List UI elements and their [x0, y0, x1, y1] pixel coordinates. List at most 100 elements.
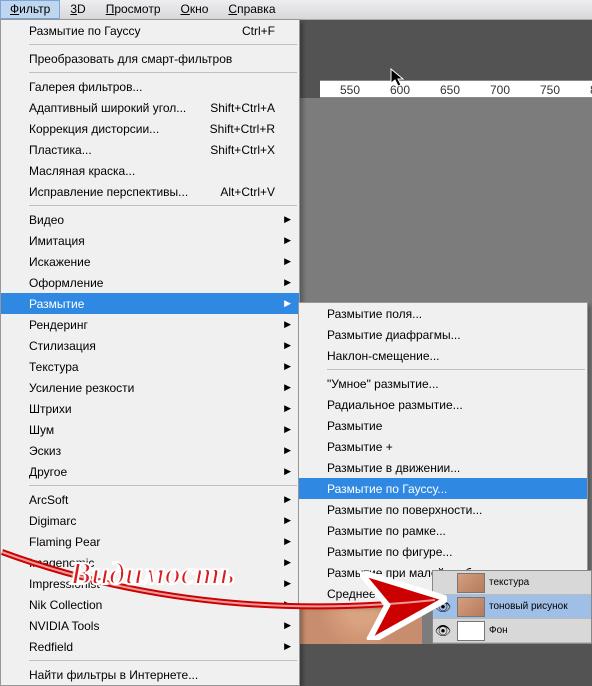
submenu-arrow-icon: ▶: [284, 298, 291, 309]
blur-menu-item-6[interactable]: Размытие: [299, 415, 587, 436]
menu-item-label: Размытие по фигуре...: [327, 545, 452, 559]
blur-menu-item-12[interactable]: Размытие по фигуре...: [299, 541, 587, 562]
menu-item-label: Текстура: [29, 360, 79, 374]
submenu-arrow-icon: ▶: [284, 445, 291, 456]
submenu-arrow-icon: ▶: [284, 620, 291, 631]
filter-menu-item-12[interactable]: Имитация ▶: [1, 230, 299, 251]
submenu-arrow-icon: ▶: [284, 536, 291, 547]
filter-menu-item-31[interactable]: NVIDIA Tools ▶: [1, 615, 299, 636]
menu-item-label: NVIDIA Tools: [29, 619, 99, 633]
menu-item-label: Коррекция дисторсии...: [29, 122, 159, 136]
layer-row[interactable]: текстура: [433, 571, 591, 595]
menu-item-label: Размытие: [327, 419, 382, 433]
menubar-item-3d[interactable]: 3D: [60, 0, 95, 19]
filter-menu-item-7[interactable]: Пластика...Shift+Ctrl+X: [1, 139, 299, 160]
menu-item-label: Стилизация: [29, 339, 96, 353]
filter-menu-item-5[interactable]: Адаптивный широкий угол... Shift+Ctrl+A: [1, 97, 299, 118]
menu-item-label: Искажение: [29, 255, 91, 269]
filter-menu-item-32[interactable]: Redfield▶: [1, 636, 299, 657]
menubar: Фильтр3DПросмотрОкноСправка: [0, 0, 592, 20]
filter-menu-item-15[interactable]: Размытие▶: [1, 293, 299, 314]
layer-thumbnail: [457, 597, 485, 617]
filter-menu-item-13[interactable]: Искажение ▶: [1, 251, 299, 272]
layer-row[interactable]: 👁Фон: [433, 619, 591, 643]
filter-menu-item-14[interactable]: Оформление ▶: [1, 272, 299, 293]
menu-item-label: Адаптивный широкий угол...: [29, 101, 186, 115]
filter-menu-item-20[interactable]: Штрихи ▶: [1, 398, 299, 419]
layer-thumbnail: [457, 573, 485, 593]
blur-menu-separator: [327, 369, 585, 370]
filter-menu-item-19[interactable]: Усиление резкости ▶: [1, 377, 299, 398]
submenu-arrow-icon: ▶: [284, 557, 291, 568]
blur-menu-item-4[interactable]: "Умное" размытие...: [299, 373, 587, 394]
ruler-tick: 750: [540, 83, 560, 97]
menu-item-shortcut: Alt+Ctrl+V: [220, 185, 275, 199]
filter-menu-item-8[interactable]: Масляная краска...: [1, 160, 299, 181]
submenu-arrow-icon: ▶: [284, 277, 291, 288]
submenu-arrow-icon: ▶: [284, 382, 291, 393]
submenu-arrow-icon: ▶: [284, 256, 291, 267]
blur-menu-item-7[interactable]: Размытие +: [299, 436, 587, 457]
filter-menu-separator: [29, 205, 297, 206]
filter-menu-item-28[interactable]: Imagenomic ▶: [1, 552, 299, 573]
menu-item-label: Imagenomic: [29, 556, 94, 570]
layer-visibility-icon[interactable]: 👁: [433, 623, 453, 639]
menubar-item-справка[interactable]: Справка: [218, 0, 285, 19]
menu-item-label: "Умное" размытие...: [327, 377, 439, 391]
filter-menu-item-29[interactable]: Impressionist▶: [1, 573, 299, 594]
submenu-arrow-icon: ▶: [284, 214, 291, 225]
filter-menu-item-2[interactable]: Преобразовать для смарт-фильтров: [1, 48, 299, 69]
menu-item-label: Штрихи: [29, 402, 72, 416]
layer-row[interactable]: 👁тоновый рисунок: [433, 595, 591, 619]
filter-menu-item-21[interactable]: Шум▶: [1, 419, 299, 440]
menubar-item-окно[interactable]: Окно: [171, 0, 219, 19]
menu-item-shortcut: Shift+Ctrl+A: [210, 101, 275, 115]
filter-menu-item-16[interactable]: Рендеринг▶: [1, 314, 299, 335]
filter-menu-item-18[interactable]: Текстура▶: [1, 356, 299, 377]
filter-menu-item-27[interactable]: Flaming Pear▶: [1, 531, 299, 552]
filter-menu-dropdown: Размытие по ГауссуCtrl+F Преобразовать дл…: [0, 19, 300, 686]
menu-item-label: Размытие +: [327, 440, 393, 454]
filter-menu-item-22[interactable]: Эскиз▶: [1, 440, 299, 461]
filter-menu-item-0[interactable]: Размытие по ГауссуCtrl+F: [1, 20, 299, 41]
submenu-arrow-icon: ▶: [284, 466, 291, 477]
filter-menu-item-6[interactable]: Коррекция дисторсии...Shift+Ctrl+R: [1, 118, 299, 139]
blur-menu-item-0[interactable]: Размытие поля...: [299, 303, 587, 324]
menu-item-shortcut: Shift+Ctrl+X: [210, 143, 275, 157]
menu-item-label: Размытие поля...: [327, 307, 422, 321]
menubar-item-фильтр[interactable]: Фильтр: [0, 0, 60, 19]
filter-menu-item-34[interactable]: Найти фильтры в Интернете...: [1, 664, 299, 685]
menu-item-label: Усиление резкости: [29, 381, 134, 395]
blur-menu-item-9[interactable]: Размытие по Гауссу...: [299, 478, 587, 499]
menu-item-label: Размытие диафрагмы...: [327, 328, 461, 342]
layers-panel: текстура 👁тоновый рисунок👁Фон: [432, 570, 592, 644]
menu-item-label: Имитация: [29, 234, 85, 248]
filter-menu-item-26[interactable]: Digimarc▶: [1, 510, 299, 531]
submenu-arrow-icon: ▶: [284, 235, 291, 246]
blur-menu-item-5[interactable]: Радиальное размытие...: [299, 394, 587, 415]
menu-item-label: Исправление перспективы...: [29, 185, 188, 199]
blur-menu-item-11[interactable]: Размытие по рамке...: [299, 520, 587, 541]
menu-item-label: Другое: [29, 465, 67, 479]
menu-item-label: Преобразовать для смарт-фильтров: [29, 52, 232, 66]
blur-menu-item-8[interactable]: Размытие в движении...: [299, 457, 587, 478]
filter-menu-item-17[interactable]: Стилизация▶: [1, 335, 299, 356]
menubar-item-просмотр[interactable]: Просмотр: [96, 0, 171, 19]
menu-item-label: Масляная краска...: [29, 164, 135, 178]
layer-visibility-icon[interactable]: 👁: [433, 599, 453, 615]
filter-menu-separator: [29, 660, 297, 661]
filter-menu-item-25[interactable]: ArcSoft▶: [1, 489, 299, 510]
blur-menu-item-2[interactable]: Наклон-смещение...: [299, 345, 587, 366]
menu-item-label: Оформление: [29, 276, 103, 290]
filter-menu-item-23[interactable]: Другое ▶: [1, 461, 299, 482]
filter-menu-item-11[interactable]: Видео▶: [1, 209, 299, 230]
filter-menu-item-4[interactable]: Галерея фильтров...: [1, 76, 299, 97]
blur-menu-item-10[interactable]: Размытие по поверхности...: [299, 499, 587, 520]
filter-menu-item-30[interactable]: Nik Collection▶: [1, 594, 299, 615]
submenu-arrow-icon: ▶: [284, 403, 291, 414]
layer-name: текстура: [489, 577, 529, 588]
blur-menu-item-1[interactable]: Размытие диафрагмы...: [299, 324, 587, 345]
menu-item-label: Найти фильтры в Интернете...: [29, 668, 198, 682]
filter-menu-separator: [29, 44, 297, 45]
filter-menu-item-9[interactable]: Исправление перспективы... Alt+Ctrl+V: [1, 181, 299, 202]
